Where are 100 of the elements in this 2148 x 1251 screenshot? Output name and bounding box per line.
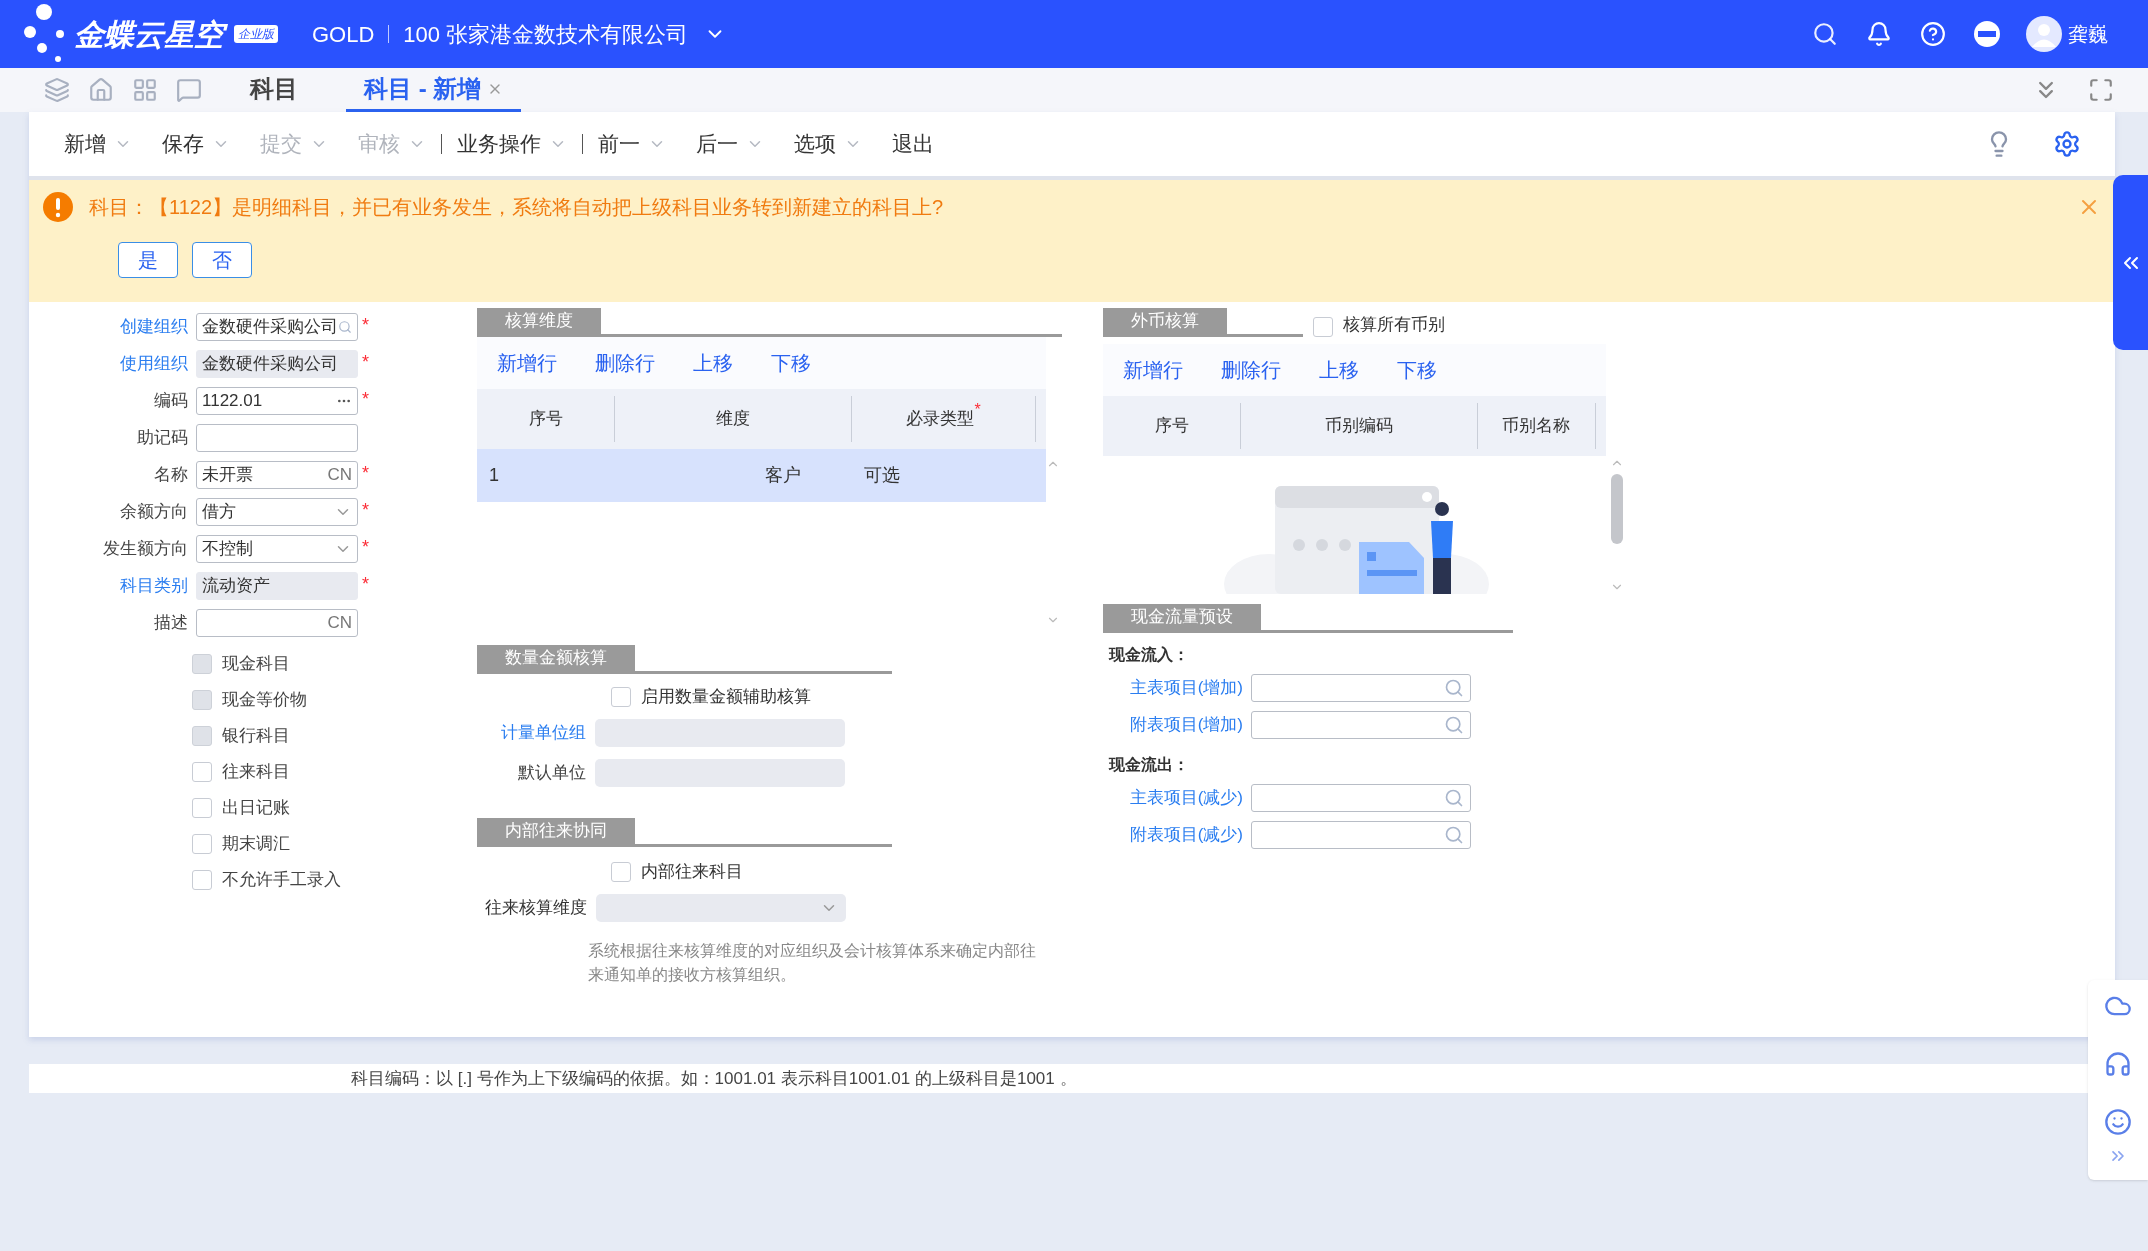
input-field[interactable]: 不控制 <box>196 534 358 563</box>
row-action-link[interactable]: 新增行 <box>1123 355 1183 385</box>
checkbox[interactable] <box>611 687 631 707</box>
row-action-link[interactable]: 删除行 <box>595 348 655 378</box>
required-mark: * <box>362 499 369 522</box>
checkbox-label: 期末调汇 <box>222 833 290 856</box>
search-field[interactable] <box>1251 820 1471 849</box>
toolbar-button[interactable]: 新增 <box>49 128 147 160</box>
column-header: 币别名称 <box>1502 415 1571 438</box>
field-label: 计量单位组 <box>500 722 586 745</box>
input-field[interactable]: 1122.01 <box>196 386 358 415</box>
checkbox[interactable] <box>192 762 212 782</box>
field-label: 默认单位 <box>517 762 586 785</box>
user-name[interactable]: 龚巍 <box>2068 19 2108 49</box>
fullscreen-icon[interactable] <box>2088 77 2114 103</box>
field-label: 创建组织 <box>119 315 188 338</box>
checkbox-label: 启用数量金额辅助核算 <box>641 686 811 709</box>
required-mark: * <box>362 573 369 596</box>
required-mark: * <box>362 462 369 485</box>
checkbox[interactable] <box>192 798 212 818</box>
collapse-handle[interactable] <box>2113 175 2148 350</box>
layers-icon[interactable] <box>44 77 70 103</box>
search-icon[interactable] <box>1812 21 1838 47</box>
search-icon <box>1444 677 1464 698</box>
table-row[interactable]: 1 客户 可选 <box>477 449 1046 502</box>
toolbar-button[interactable]: 后一 <box>681 128 779 160</box>
checkbox[interactable] <box>1313 317 1333 337</box>
row-action-link[interactable]: 上移 <box>693 348 733 378</box>
row-action-link[interactable]: 删除行 <box>1221 355 1281 385</box>
dropdown-field[interactable] <box>596 894 846 922</box>
input-field[interactable] <box>196 423 358 452</box>
search-field[interactable] <box>1251 783 1471 812</box>
edition-badge: 企业版 <box>234 25 278 43</box>
group-heading: 现金流出： <box>1109 754 1190 776</box>
checkbox-label: 内部往来科目 <box>641 861 743 884</box>
column-header: 序号 <box>1154 415 1189 438</box>
help-icon[interactable] <box>1920 21 1946 47</box>
table-cell-text: 可选 <box>863 464 901 487</box>
product-label: GOLD <box>312 20 375 49</box>
answer-button[interactable]: 否 <box>192 242 252 278</box>
toolbar-button[interactable]: 选项 <box>779 128 877 160</box>
message-icon[interactable] <box>176 77 202 103</box>
search-field[interactable] <box>1251 673 1471 702</box>
checkbox-label: 现金科目 <box>222 653 290 676</box>
page-tab[interactable]: 科目 <box>232 68 316 112</box>
field-label: 主表项目(增加) <box>1128 676 1243 699</box>
bell-icon[interactable] <box>1866 21 1892 47</box>
field-label: 附表项目(减少) <box>1128 823 1243 846</box>
checkbox-label: 现金等价物 <box>222 689 307 712</box>
toolbar-button[interactable]: 退出 <box>877 128 949 160</box>
home-icon[interactable] <box>88 77 114 103</box>
column-header: 维度 <box>716 408 750 431</box>
field-label: 发生额方向 <box>102 537 188 560</box>
search-icon <box>1444 824 1464 845</box>
headset-icon[interactable] <box>2104 1050 2132 1078</box>
input-field[interactable]: CN <box>196 608 358 637</box>
scrollbar-thumb[interactable] <box>1611 474 1624 544</box>
search-field[interactable] <box>1251 710 1471 739</box>
field-label: 主表项目(减少) <box>1128 786 1243 809</box>
answer-button[interactable]: 是 <box>118 242 178 278</box>
toolbar-button[interactable]: 业务操作 <box>442 128 582 160</box>
row-action-link[interactable]: 上移 <box>1319 355 1359 385</box>
group-heading: 现金流入： <box>1109 644 1190 666</box>
avatar-icon[interactable] <box>2026 16 2062 52</box>
checkbox[interactable] <box>192 834 212 854</box>
toolbar-button[interactable]: 前一 <box>583 128 681 160</box>
checkbox-label: 核算所有币别 <box>1343 313 1445 336</box>
input-field[interactable]: 流动资产 <box>196 571 358 600</box>
row-action-link[interactable]: 新增行 <box>497 348 557 378</box>
note-text: 系统根据往来核算维度的对应组织及会计核算体系来确定内部往来通知单的接收方核算组织。 <box>588 941 1037 985</box>
input-field[interactable]: 金数硬件采购公司 <box>196 312 358 341</box>
field-label: 助记码 <box>136 426 188 449</box>
toolbar-button[interactable]: 保存 <box>147 128 245 160</box>
alert-message: 科目：【1122】是明细科目，并已有业务发生，系统将自动把上级科目业务转到新建立的科目上? <box>89 195 944 220</box>
row-action-link[interactable]: 下移 <box>771 348 811 378</box>
required-mark: * <box>362 536 369 559</box>
checkbox[interactable] <box>611 862 631 882</box>
settings-icon[interactable] <box>2053 130 2081 158</box>
checkbox-label: 往来科目 <box>222 761 290 784</box>
checkbox-label: 出日记账 <box>222 797 290 820</box>
field-label: 使用组织 <box>119 352 188 375</box>
smiley-icon[interactable] <box>2104 1108 2132 1136</box>
required-mark: * <box>362 351 369 374</box>
input-field[interactable]: 金数硬件采购公司 <box>196 349 358 378</box>
input-field[interactable]: 借方 <box>196 497 358 526</box>
checkbox[interactable] <box>192 870 212 890</box>
field-label: 往来核算维度 <box>484 897 587 920</box>
language-code: CN <box>327 611 352 634</box>
input-field[interactable]: 未开票 CN <box>196 460 358 489</box>
language-code: CN <box>327 463 352 486</box>
hint-text: 科目编码：以 [.] 号作为上下级编码的依据。如：1001.01 表示科目1001.01 的上级科目是1001 。 <box>351 1067 1077 1090</box>
apps-icon[interactable] <box>132 77 158 103</box>
field-label: 编码 <box>153 389 188 412</box>
search-icon <box>1444 714 1464 735</box>
row-action-link[interactable]: 下移 <box>1397 355 1437 385</box>
field-label: 科目类别 <box>119 574 188 597</box>
column-header: 序号 <box>528 408 563 431</box>
minus-circle-icon[interactable] <box>1974 21 2000 47</box>
company-selector[interactable]: 100 张家港金数技术有限公司 <box>403 17 727 51</box>
required-mark: * <box>974 400 981 420</box>
